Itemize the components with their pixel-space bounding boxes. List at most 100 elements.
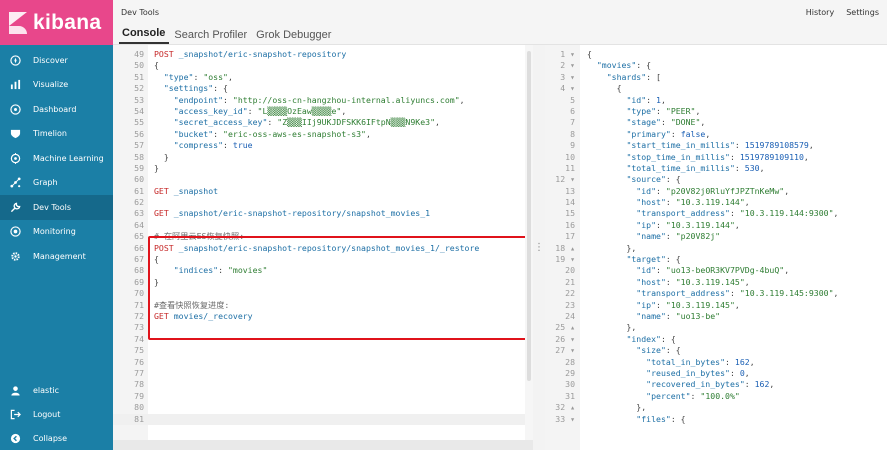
sidebar-item-visualize[interactable]: Visualize xyxy=(0,73,113,98)
code-line[interactable]: 22 "transport_address": "10.3.119.145:93… xyxy=(545,288,887,299)
line-number: 59 xyxy=(134,162,144,173)
code-line[interactable]: 81 xyxy=(113,413,533,425)
code-line[interactable]: 1 ▾ { xyxy=(545,49,887,60)
sidebar-item-dashboard[interactable]: Dashboard xyxy=(0,97,113,122)
code-line[interactable]: 63 GET _snapshot/eric-snapshot-repository… xyxy=(113,208,533,219)
sidebar-item-machine-learning[interactable]: Machine Learning xyxy=(0,146,113,171)
code-line[interactable]: 13 "id": "p20V82j0RluYfJPZTnKeMw", xyxy=(545,186,887,197)
code-line[interactable]: 11 "total_time_in_millis": 530, xyxy=(545,163,887,174)
code-line[interactable]: 62 xyxy=(113,197,533,208)
tab-grok-debugger[interactable]: Grok Debugger xyxy=(253,29,335,44)
code-line[interactable]: 28 "total_in_bytes": 162, xyxy=(545,357,887,368)
line-text: { xyxy=(154,60,159,71)
code-line[interactable]: 4 ▾ { xyxy=(545,83,887,94)
sidebar-item-elastic[interactable]: elastic xyxy=(0,378,113,402)
response-editor[interactable]: 1 ▾{2 ▾ "movies": {3 ▾ "shards": [4 ▾ {5… xyxy=(545,45,887,450)
code-line[interactable]: 14 "host": "10.3.119.144", xyxy=(545,197,887,208)
line-text: "size": { xyxy=(636,345,681,356)
sidebar-item-timelion[interactable]: Timelion xyxy=(0,122,113,147)
pane-resize-handle[interactable]: ⋮ xyxy=(533,45,545,450)
code-line[interactable]: 51 "type": "oss", xyxy=(113,72,533,83)
code-line[interactable]: 20 "id": "uo13-beOR3KV7PVDg-4buQ", xyxy=(545,265,887,276)
code-line[interactable]: 18 ▴ }, xyxy=(545,243,887,254)
sidebar-item-dev-tools[interactable]: Dev Tools xyxy=(0,195,113,220)
settings-link[interactable]: Settings xyxy=(846,8,879,17)
line-number: 21 xyxy=(565,276,575,287)
code-line[interactable]: 49 POST _snapshot/eric-snapshot-repositor… xyxy=(113,49,533,60)
code-line[interactable]: 16 "ip": "10.3.119.144", xyxy=(545,220,887,231)
code-line[interactable]: 25 ▴ }, xyxy=(545,322,887,333)
code-line[interactable]: 24 "name": "uo13-be" xyxy=(545,311,887,322)
sidebar-item-monitoring[interactable]: Monitoring xyxy=(0,220,113,245)
code-line[interactable]: 59} xyxy=(113,163,533,174)
sidebar-item-label: Management xyxy=(33,251,86,261)
code-line[interactable]: 57 "compress": true xyxy=(113,140,533,151)
user-icon xyxy=(10,385,21,396)
line-text: } xyxy=(154,151,169,162)
code-line[interactable]: 61 GET _snapshot xyxy=(113,186,533,197)
code-line[interactable]: 15 "transport_address": "10.3.119.144:93… xyxy=(545,208,887,219)
code-line[interactable]: 30 "recovered_in_bytes": 162, xyxy=(545,379,887,390)
code-line[interactable]: 33 ▾ "files": { xyxy=(545,414,887,425)
code-line[interactable]: 56 "bucket": "eric-oss-aws-es-snapshot-s… xyxy=(113,129,533,140)
code-line[interactable]: 54 "access_key_id": "L▒▒▒▒OzEaw▒▒▒▒e", xyxy=(113,106,533,117)
line-text: }, xyxy=(587,242,637,253)
code-line[interactable]: 9 "start_time_in_millis": 1519789108579, xyxy=(545,140,887,151)
code-line[interactable]: 31 "percent": "100.0%" xyxy=(545,391,887,402)
request-editor[interactable]: 49 POST _snapshot/eric-snapshot-repositor… xyxy=(113,45,533,450)
tab-search-profiler[interactable]: Search Profiler xyxy=(171,29,251,44)
code-line[interactable]: 55 "secret_access_key": "Z▒▒▒IIj9UKJDFSK… xyxy=(113,117,533,128)
code-line[interactable]: 77 xyxy=(113,368,533,379)
code-line[interactable]: 60 xyxy=(113,174,533,185)
code-line[interactable]: 79 xyxy=(113,391,533,402)
sidebar-item-label: Collapse xyxy=(33,433,67,443)
code-line[interactable]: 75 xyxy=(113,345,533,356)
history-link[interactable]: History xyxy=(806,8,834,17)
code-line[interactable]: 5 "id": 1, xyxy=(545,95,887,106)
request-scrollbar[interactable] xyxy=(525,45,533,450)
sidebar-item-management[interactable]: Management xyxy=(0,244,113,269)
code-line[interactable]: 8 "primary": false, xyxy=(545,129,887,140)
sidebar-item-collapse[interactable]: Collapse xyxy=(0,426,113,450)
code-line[interactable]: 19 ▾ "target": { xyxy=(545,254,887,265)
line-text: "id": 1, xyxy=(626,94,666,105)
sidebar-item-graph[interactable]: Graph xyxy=(0,171,113,196)
code-line[interactable]: 58 } xyxy=(113,152,533,163)
code-line[interactable]: 50 { xyxy=(113,60,533,71)
code-line[interactable]: 29 "reused_in_bytes": 0, xyxy=(545,368,887,379)
code-line[interactable]: 32 ▴ }, xyxy=(545,402,887,413)
code-line[interactable]: 26 ▾ "index": { xyxy=(545,334,887,345)
collapse-icon xyxy=(10,433,21,444)
code-line[interactable]: 80 xyxy=(113,402,533,413)
code-line[interactable]: 27 ▾ "size": { xyxy=(545,345,887,356)
sidebar-item-discover[interactable]: Discover xyxy=(0,48,113,73)
line-text: "id": "uo13-beOR3KV7PVDg-4buQ", xyxy=(636,265,790,276)
tab-console[interactable]: Console xyxy=(119,27,170,44)
code-line[interactable]: 6 "type": "PEER", xyxy=(545,106,887,117)
code-line[interactable]: 2 ▾ "movies": { xyxy=(545,60,887,71)
drag-handle-icon: ⋮ xyxy=(534,241,544,253)
machine-learning-icon xyxy=(10,152,21,164)
code-line[interactable]: 78 xyxy=(113,379,533,390)
line-text: "endpoint": "http://oss-cn-hangzhou-inte… xyxy=(173,94,465,105)
line-number: 68 xyxy=(134,265,144,276)
line-text: }, xyxy=(587,322,637,333)
line-text: "primary": false, xyxy=(626,128,711,139)
code-line[interactable]: 3 ▾ "shards": [ xyxy=(545,72,887,83)
code-line[interactable]: 76 xyxy=(113,357,533,368)
line-text: "type": "oss", xyxy=(163,71,233,82)
code-line[interactable]: 64 xyxy=(113,220,533,231)
line-text: }, xyxy=(587,402,647,413)
code-line[interactable]: 12 ▾ "source": { xyxy=(545,174,887,185)
code-line[interactable]: 10 "stop_time_in_millis": 1519789109110, xyxy=(545,152,887,163)
code-line[interactable]: 53 "endpoint": "http://oss-cn-hangzhou-i… xyxy=(113,95,533,106)
sidebar-item-logout[interactable]: Logout xyxy=(0,402,113,426)
kibana-logo[interactable]: kibana xyxy=(0,0,113,45)
code-line[interactable]: 52 "settings": { xyxy=(113,83,533,94)
code-line[interactable]: 21 "host": "10.3.119.145", xyxy=(545,277,887,288)
code-line[interactable]: 23 "ip": "10.3.119.145", xyxy=(545,300,887,311)
line-text: "id": "p20V82j0RluYfJPZTnKeMw", xyxy=(636,185,790,196)
code-line[interactable]: 17 "name": "p20V82j" xyxy=(545,231,887,242)
line-text: "host": "10.3.119.145", xyxy=(636,276,750,287)
code-line[interactable]: 7 "stage": "DONE", xyxy=(545,117,887,128)
